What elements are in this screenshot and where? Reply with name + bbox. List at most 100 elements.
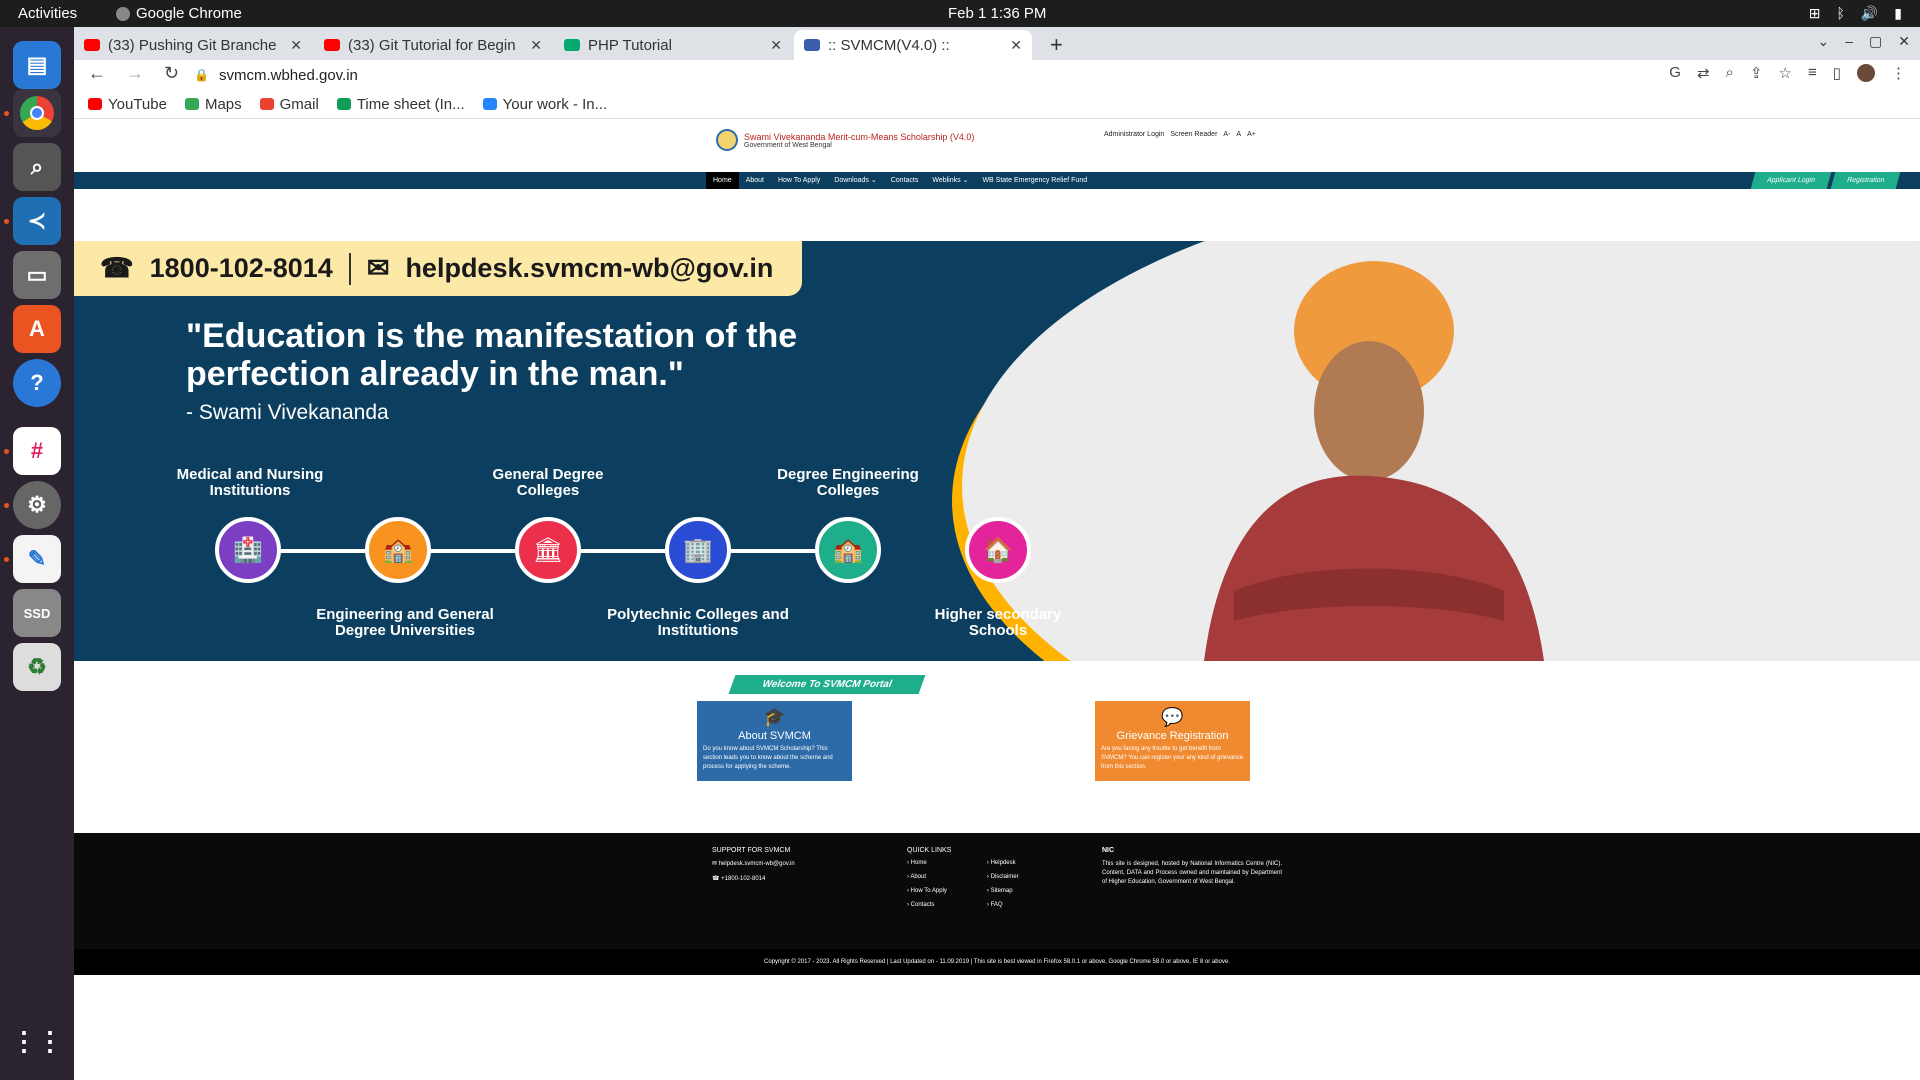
browser-toolbar: ← → ↻ 🔒 svmcm.wbhed.gov.in G ⇄ ⌕ ⇪ ☆ ≡ ▯… — [74, 60, 1920, 90]
logo-title: Swami Vivekananda Merit-cum-Means Schola… — [744, 131, 975, 142]
translate-icon[interactable]: ⇄ — [1697, 64, 1710, 82]
close-tab-icon[interactable]: ✕ — [290, 37, 302, 54]
vscode-icon[interactable]: ≺ — [13, 197, 61, 245]
app-center-icon[interactable]: A — [13, 305, 61, 353]
bookmark-timesheet[interactable]: Time sheet (In... — [336, 96, 465, 113]
nav-how-to-apply[interactable]: How To Apply — [771, 172, 827, 189]
volume-icon: 🔊 — [1860, 5, 1879, 21]
ssd-drive-icon[interactable]: SSD — [13, 589, 61, 637]
side-panel-icon[interactable]: ▯ — [1833, 64, 1841, 82]
footer-link-contacts[interactable]: › Contacts — [907, 902, 947, 908]
helpline-number[interactable]: 1800-102-8014 — [150, 253, 333, 284]
forward-icon[interactable]: → — [126, 63, 144, 84]
tab-4-active[interactable]: :: SVMCM(V4.0) :: ✕ — [794, 30, 1032, 60]
show-apps-icon[interactable]: ⋮⋮ — [11, 1017, 63, 1065]
zoom-icon[interactable]: ⌕ — [1726, 64, 1734, 82]
grievance-registration-card[interactable]: 💬 Grievance Registration Are you facing … — [1095, 701, 1250, 781]
footer-link-home[interactable]: › Home — [907, 860, 947, 866]
chrome-dock-icon[interactable] — [13, 89, 61, 137]
bookmark-maps[interactable]: Maps — [184, 96, 242, 113]
browser-window: (33) Pushing Git Branche ✕ (33) Git Tuto… — [74, 27, 1920, 1080]
sheets-icon — [336, 98, 351, 110]
slack-running-indicator — [4, 449, 9, 454]
files-icon[interactable]: ▭ — [13, 251, 61, 299]
google-icon[interactable]: G — [1669, 64, 1681, 82]
footer-link-how-to-apply[interactable]: › How To Apply — [907, 888, 947, 894]
bookmark-jira[interactable]: Your work - In... — [482, 96, 607, 113]
category-label: Polytechnic Colleges and Institutions — [607, 606, 789, 639]
battery-icon: ▮ — [1894, 5, 1902, 21]
registration-button[interactable]: Registration — [1830, 172, 1901, 189]
card-description: Do you know about SVMCM Scholarship? Thi… — [703, 746, 833, 770]
share-icon[interactable]: ⇪ — [1750, 64, 1763, 82]
trash-icon[interactable]: ♻ — [13, 643, 61, 691]
close-tab-icon[interactable]: ✕ — [770, 37, 782, 54]
about-svmcm-card[interactable]: 🎓 About SVMCM Do you know about SVMCM Sc… — [697, 701, 852, 781]
close-tab-icon[interactable]: ✕ — [530, 37, 542, 54]
lock-icon[interactable]: 🔒 — [194, 68, 209, 82]
new-tab-button[interactable]: + — [1050, 32, 1063, 58]
polytechnic-icon[interactable]: 🏢 — [665, 517, 731, 583]
settings-icon[interactable]: ⚙ — [13, 481, 61, 529]
quick-links-heading: QUICK LINKS — [907, 847, 952, 854]
helpdesk-email[interactable]: helpdesk.svmcm-wb@gov.in — [405, 253, 773, 284]
site-footer: SUPPORT FOR SVMCM ✉ helpdesk.svmcm-wb@go… — [74, 833, 1920, 949]
site-logo[interactable]: Swami Vivekananda Merit-cum-Means Schola… — [716, 129, 974, 151]
applicant-login-button[interactable]: Applicant Login — [1750, 172, 1831, 189]
reading-list-icon[interactable]: ≡ — [1808, 64, 1817, 82]
footer-link-sitemap[interactable]: › Sitemap — [987, 888, 1019, 894]
activities-button[interactable]: Activities — [18, 5, 77, 22]
bookmark-star-icon[interactable]: ☆ — [1779, 64, 1792, 82]
help-icon[interactable]: ? — [13, 359, 61, 407]
back-icon[interactable]: ← — [88, 63, 106, 84]
tab-3[interactable]: PHP Tutorial ✕ — [554, 30, 792, 60]
nav-about[interactable]: About — [739, 172, 771, 189]
font-increase-button[interactable]: A+ — [1247, 131, 1256, 138]
tab-2[interactable]: (33) Git Tutorial for Begin ✕ — [314, 30, 552, 60]
support-phone[interactable]: +1800-102-8014 — [721, 876, 765, 882]
footer-link-about[interactable]: › About — [907, 874, 947, 880]
engineering-college-icon[interactable]: 🏫 — [815, 517, 881, 583]
bookmark-youtube[interactable]: YouTube — [88, 96, 167, 113]
font-normal-button[interactable]: A — [1236, 131, 1241, 138]
nav-downloads[interactable]: Downloads ⌄ — [827, 172, 883, 189]
admin-login-link[interactable]: Administrator Login — [1104, 131, 1164, 138]
support-email[interactable]: helpdesk.svmcm-wb@gov.in — [719, 861, 795, 867]
system-top-bar: Activities Google Chrome Feb 1 1:36 PM ⊞… — [0, 0, 1920, 27]
app-menu[interactable]: Google Chrome — [116, 5, 242, 22]
address-bar[interactable]: 🔒 svmcm.wbhed.gov.in — [194, 61, 1784, 89]
school-icon[interactable]: 🏠 — [965, 517, 1031, 583]
footer-link-helpdesk[interactable]: › Helpdesk — [987, 860, 1019, 866]
slack-icon[interactable]: # — [13, 427, 61, 475]
nav-relief-fund[interactable]: WB State Emergency Relief Fund — [975, 172, 1094, 189]
mail-icon: ✉ — [712, 861, 719, 867]
reload-icon[interactable]: ↻ — [164, 63, 179, 84]
nav-home[interactable]: Home — [706, 172, 739, 189]
footer-link-faq[interactable]: › FAQ — [987, 902, 1019, 908]
magnifier-icon[interactable]: ⌕ — [13, 143, 61, 191]
window-controls: ⌄ – ▢ ✕ — [1818, 33, 1911, 50]
tab-1[interactable]: (33) Pushing Git Branche ✕ — [74, 30, 312, 60]
footer-link-disclaimer[interactable]: › Disclaimer — [987, 874, 1019, 880]
close-tab-icon[interactable]: ✕ — [1010, 37, 1022, 54]
menu-icon[interactable]: ⋮ — [1891, 64, 1906, 82]
nav-contacts[interactable]: Contacts — [884, 172, 926, 189]
writer-icon[interactable]: ▤ — [13, 41, 61, 89]
font-decrease-button[interactable]: A- — [1223, 131, 1230, 138]
minimize-button[interactable]: – — [1845, 33, 1853, 50]
phone-icon: ☎ — [100, 253, 134, 283]
close-window-button[interactable]: ✕ — [1898, 33, 1910, 50]
degree-college-icon[interactable]: 🏛 — [515, 517, 581, 583]
university-icon[interactable]: 🏫 — [365, 517, 431, 583]
bookmark-gmail[interactable]: Gmail — [259, 96, 319, 113]
tab-search-icon[interactable]: ⌄ — [1818, 33, 1830, 50]
profile-avatar[interactable] — [1857, 64, 1875, 82]
system-tray[interactable]: ⊞ ᛒ 🔊 ▮ — [1809, 5, 1902, 22]
text-editor-icon[interactable]: ✎ — [13, 535, 61, 583]
card-description: Are you facing any trouble to get benefi… — [1101, 746, 1244, 770]
nav-weblinks[interactable]: Weblinks ⌄ — [925, 172, 975, 189]
screen-reader-link[interactable]: Screen Reader — [1170, 131, 1217, 138]
medical-institution-icon[interactable]: 🏥 — [215, 517, 281, 583]
maximize-button[interactable]: ▢ — [1869, 33, 1882, 50]
clock[interactable]: Feb 1 1:36 PM — [948, 5, 1046, 22]
